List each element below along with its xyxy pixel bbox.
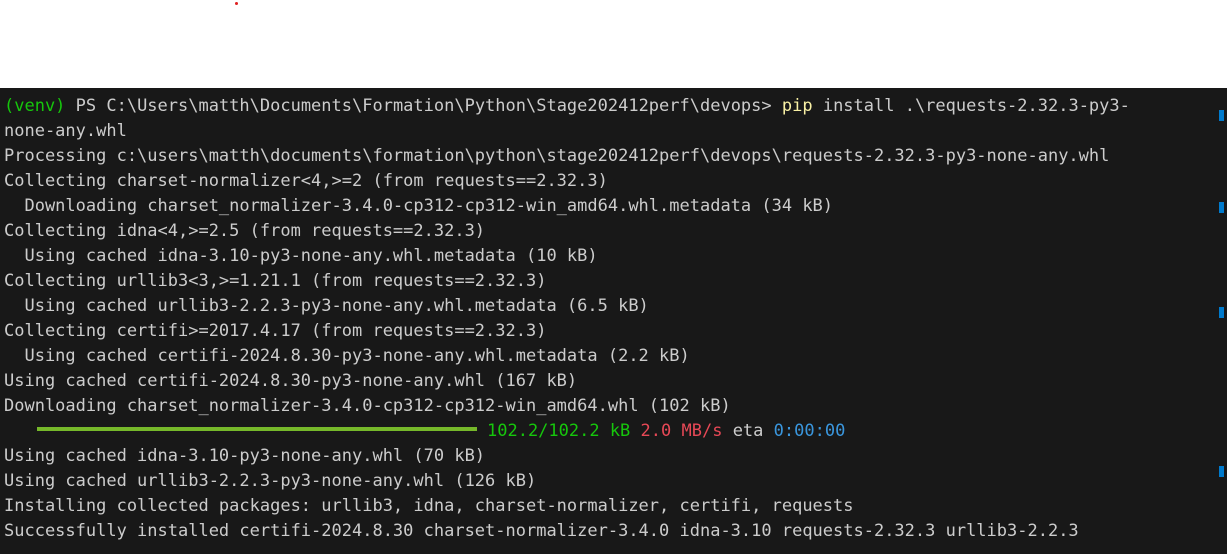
red-dot-marker [235, 2, 238, 5]
output-line: Collecting idna<4,>=2.5 (from requests==… [4, 221, 486, 241]
terminal-panel[interactable]: (venv) PS C:\Users\matth\Documents\Forma… [0, 88, 1227, 554]
terminal-output: (venv) PS C:\Users\matth\Documents\Forma… [4, 94, 1204, 544]
output-line: Collecting urllib3<3,>=1.21.1 (from requ… [4, 271, 547, 291]
output-line: Using cached urllib3-2.2.3-py3-none-any.… [4, 471, 537, 491]
scrollbar-marker [1219, 202, 1224, 213]
command-name: pip [781, 96, 813, 116]
output-line: Processing c:\users\matth\documents\form… [4, 146, 1110, 166]
command-args: install .\requests-2.32.3-py3- [812, 96, 1130, 116]
output-line: Collecting certifi>=2017.4.17 (from requ… [4, 321, 547, 341]
download-progress-line: 102.2/102.2 kB 2.0 MB/s eta 0:00:00 [4, 419, 1204, 444]
prompt-line: (venv) PS C:\Users\matth\Documents\Forma… [4, 94, 1204, 119]
output-line: Using cached urllib3-2.2.3-py3-none-any.… [4, 296, 649, 316]
download-progress-bar [37, 427, 477, 431]
scrollbar-marker [1219, 466, 1224, 477]
output-line: Collecting charset-normalizer<4,>=2 (fro… [4, 171, 608, 191]
terminal-scrollbar[interactable] [1213, 88, 1227, 554]
top-white-area [0, 0, 1227, 88]
output-line: Installing collected packages: urllib3, … [4, 496, 854, 516]
eta-value: 0:00:00 [773, 421, 846, 441]
output-line: Downloading charset_normalizer-3.4.0-cp3… [4, 196, 834, 216]
output-line: Using cached idna-3.10-py3-none-any.whl.… [4, 246, 598, 266]
progress-size: 102.2/102.2 kB [487, 421, 631, 441]
output-line: Downloading charset_normalizer-3.4.0-cp3… [4, 396, 731, 416]
clipped-previous-line [0, 88, 1227, 91]
output-line: Using cached certifi-2024.8.30-py3-none-… [4, 346, 690, 366]
prompt-path: PS C:\Users\matth\Documents\Formation\Py… [65, 96, 782, 116]
output-line: Using cached idna-3.10-py3-none-any.whl … [4, 446, 486, 466]
output-line: Using cached certifi-2024.8.30-py3-none-… [4, 371, 578, 391]
scrollbar-marker [1219, 307, 1224, 318]
eta-label: eta [732, 421, 764, 441]
output-line: Successfully installed certifi-2024.8.30… [4, 521, 1079, 541]
progress-speed: 2.0 MB/s [640, 421, 723, 441]
scrollbar-marker [1219, 110, 1224, 121]
venv-indicator: (venv) [4, 96, 66, 116]
output-line: none-any.whl [4, 121, 127, 141]
